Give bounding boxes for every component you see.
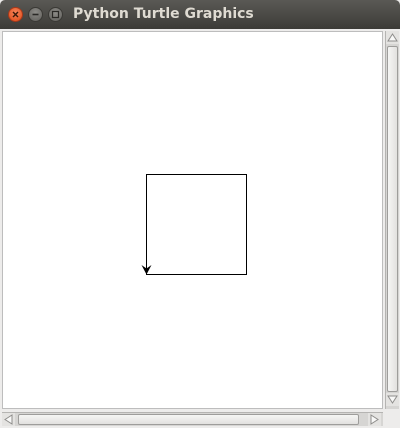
- minimize-icon: [32, 13, 39, 16]
- title-bar[interactable]: Python Turtle Graphics: [0, 0, 400, 29]
- horizontal-scrollbar[interactable]: [2, 412, 383, 426]
- drawn-square: [146, 174, 247, 275]
- scroll-right-button[interactable]: [368, 413, 381, 426]
- window-title: Python Turtle Graphics: [73, 6, 254, 22]
- scroll-down-button[interactable]: [386, 393, 399, 406]
- minimize-button[interactable]: [28, 7, 43, 22]
- vertical-scrollbar[interactable]: [385, 31, 399, 409]
- scroll-down-arrow-icon: [387, 395, 398, 404]
- close-icon: [12, 11, 19, 18]
- scroll-left-arrow-icon: [4, 414, 13, 425]
- horizontal-scroll-thumb[interactable]: [18, 414, 359, 425]
- scroll-right-arrow-icon: [370, 414, 379, 425]
- maximize-icon: [51, 10, 60, 19]
- turtle-window: Python Turtle Graphics: [0, 0, 400, 428]
- turtle-canvas[interactable]: [2, 31, 383, 409]
- scrollbar-corner: [385, 412, 399, 426]
- close-button[interactable]: [8, 7, 23, 22]
- drawing-area: [141, 174, 247, 275]
- scroll-up-button[interactable]: [386, 31, 399, 44]
- scroll-left-button[interactable]: [2, 413, 15, 426]
- vertical-scroll-thumb[interactable]: [387, 46, 398, 392]
- maximize-button[interactable]: [48, 7, 63, 22]
- scroll-up-arrow-icon: [387, 33, 398, 42]
